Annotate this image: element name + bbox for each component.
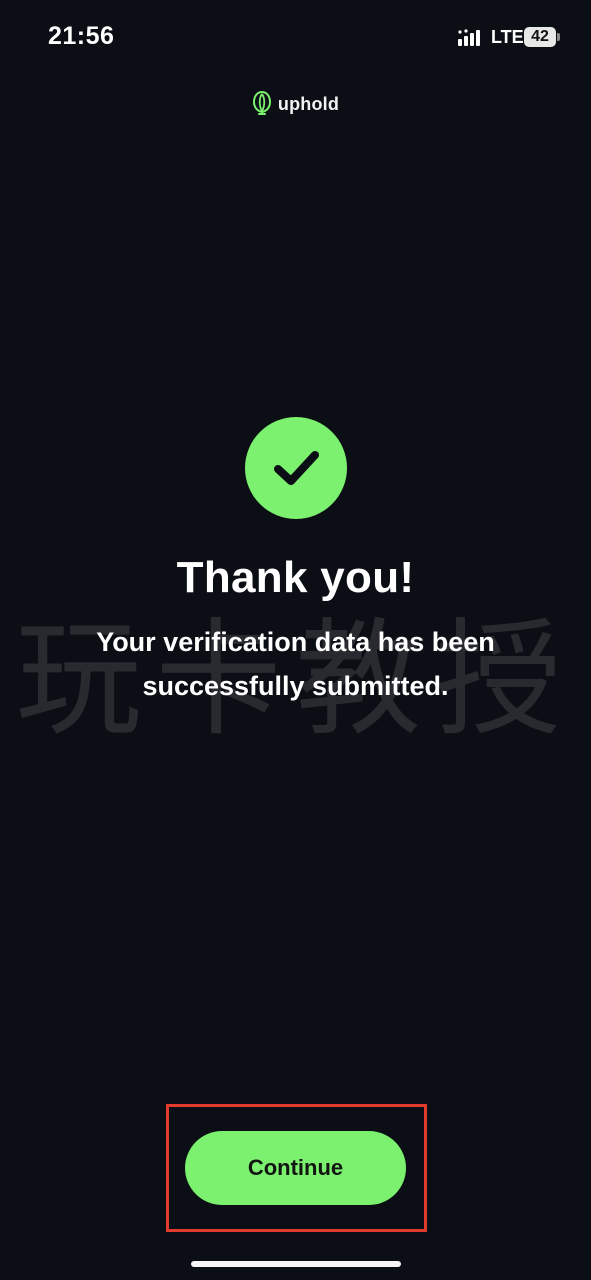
- continue-button[interactable]: Continue: [185, 1131, 406, 1205]
- cellular-signal-icon: [458, 28, 486, 46]
- success-message: Your verification data has been successf…: [96, 627, 495, 701]
- brand-name: uphold: [277, 93, 340, 114]
- home-indicator[interactable]: [191, 1261, 401, 1267]
- status-time: 21:56: [48, 22, 115, 50]
- success-badge: [245, 417, 347, 519]
- checkmark-icon: [274, 451, 319, 485]
- status-bar: 21:56 LTE 42: [0, 0, 591, 80]
- uphold-logo-icon: [252, 90, 272, 118]
- battery-icon: 42: [524, 27, 560, 47]
- battery-level: 42: [531, 28, 549, 45]
- success-title: Thank you!: [176, 553, 415, 602]
- brand-header: uphold: [0, 88, 591, 120]
- network-type: LTE: [491, 27, 524, 47]
